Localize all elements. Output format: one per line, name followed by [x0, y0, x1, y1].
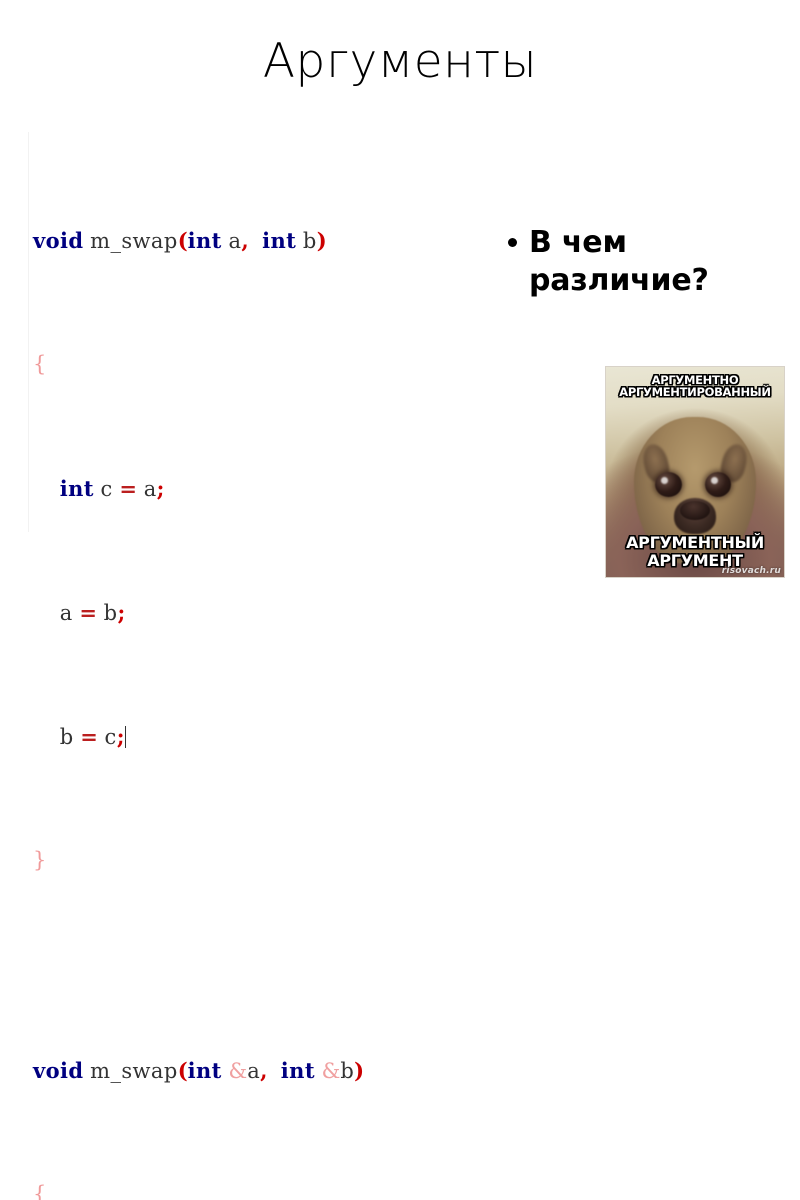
code-block-by-value: void m_swap(int a, int b) { int c = a; a… [33, 132, 548, 938]
eye-glint [661, 477, 669, 484]
var-lhs: a [59, 601, 73, 625]
assign-operator: = [80, 724, 98, 749]
meme-caption-top: Аргументно аргументированный [619, 373, 771, 400]
bullet-block: В чем различие? [508, 224, 788, 300]
code-line-signature: void m_swap(int a, int b) [33, 225, 548, 256]
keyword-int: int [187, 228, 222, 253]
code-line-assign-1: a = b; [33, 597, 548, 628]
brace-open: { [33, 1182, 47, 1200]
code-block-by-reference: void m_swap(int &a, int &b) { int c = a;… [33, 962, 548, 1200]
eye-glint [711, 477, 718, 484]
bullet-text-line-1: В чем [529, 225, 627, 260]
function-name: m_swap [90, 229, 178, 253]
code-panel: void m_swap(int a, int b) { int c = a; a… [28, 132, 548, 1200]
param-b: b [340, 1059, 355, 1083]
paren-open: ( [177, 228, 188, 253]
brace-close: } [33, 848, 47, 872]
bullet-marker-icon [508, 238, 517, 247]
meme-caption-bottom: Аргументный Аргумент [606, 534, 784, 569]
comma: , [241, 228, 249, 253]
var-rhs: a [143, 477, 157, 501]
meme-caption-bottom-line-1: Аргументный [626, 533, 764, 553]
list-item: В чем различие? [508, 224, 788, 300]
paren-close: ) [354, 1058, 365, 1083]
semicolon: ; [156, 476, 165, 501]
var-rhs: c [104, 725, 117, 749]
text-cursor-caret [125, 726, 127, 748]
meme-watermark: risovach.ru [721, 566, 781, 576]
function-name: m_swap [90, 1059, 178, 1083]
semicolon: ; [117, 600, 126, 625]
bullet-text-line-2: различие? [529, 263, 709, 298]
ampersand-a: & [228, 1059, 248, 1083]
code-line-signature: void m_swap(int &a, int &b) [33, 1055, 548, 1086]
keyword-void: void [33, 1058, 84, 1083]
page-title: Аргументы [262, 34, 538, 89]
keyword-int: int [262, 228, 297, 253]
code-line-decl: int c = a; [33, 473, 548, 504]
dog-eye-right-shape [704, 471, 732, 497]
ampersand-b: & [321, 1059, 341, 1083]
param-b: b [302, 229, 317, 253]
param-a: a [228, 229, 242, 253]
dog-nose-shape [680, 501, 710, 521]
assign-operator: = [119, 476, 138, 501]
keyword-void: void [33, 228, 84, 253]
code-line-brace-close: } [33, 845, 548, 876]
semicolon: ; [116, 724, 125, 749]
var-rhs: b [103, 601, 118, 625]
keyword-int: int [280, 1058, 315, 1083]
paren-close: ) [316, 228, 327, 253]
keyword-int: int [187, 1058, 222, 1083]
brace-open: { [33, 352, 47, 376]
meme-image: Аргументно аргументированный Аргументный… [605, 366, 785, 578]
assign-operator: = [79, 600, 97, 625]
param-a: a [247, 1059, 261, 1083]
code-line-brace-open: { [33, 349, 548, 380]
dog-eye-left-shape [655, 471, 682, 497]
code-line-brace-open: { [33, 1179, 548, 1200]
comma: , [260, 1058, 268, 1083]
code-line-assign-2: b = c; [33, 721, 548, 752]
bullet-text: В чем различие? [529, 224, 709, 300]
var-lhs: c [100, 477, 113, 501]
keyword-int: int [59, 476, 94, 501]
paren-open: ( [177, 1058, 188, 1083]
var-lhs: b [59, 725, 74, 749]
